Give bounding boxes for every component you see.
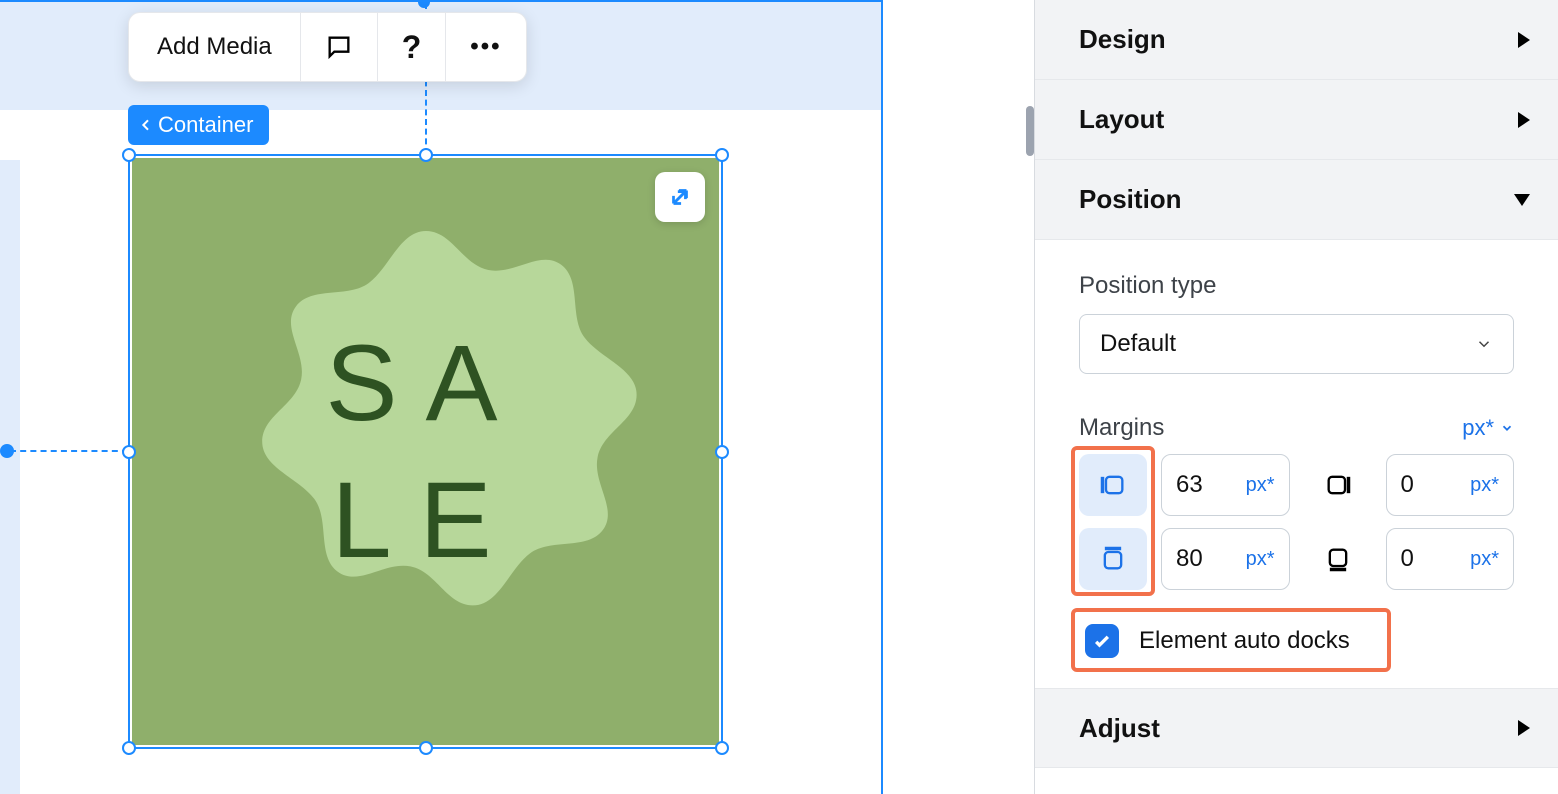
floating-toolbar: Add Media ? ••• [128,12,527,82]
margin-top-toggle[interactable] [1079,528,1147,590]
chevron-right-icon [1518,720,1530,736]
resize-handle[interactable] [419,741,433,755]
margins-label: Margins [1079,414,1164,442]
section-adjust[interactable]: Adjust [1035,688,1558,768]
section-title: Layout [1079,104,1164,135]
chevron-down-icon [1514,194,1530,206]
chevron-left-icon [138,117,154,133]
value: 80 [1176,545,1203,573]
margin-guide-anchor[interactable] [0,444,14,458]
comment-button[interactable] [300,13,377,81]
inspector-panel: Design Layout Position Position type Def… [1034,0,1558,794]
position-type-label: Position type [1079,272,1514,300]
auto-docks-checkbox[interactable] [1085,624,1119,658]
more-icon: ••• [470,33,501,61]
margin-left-icon [1099,471,1127,499]
panel-drag-handle[interactable] [1026,106,1034,156]
breadcrumb-container[interactable]: Container [128,105,269,145]
margin-top-input[interactable]: 80 px* [1161,528,1290,590]
add-media-button[interactable]: Add Media [129,13,300,81]
section-title: Position [1079,184,1182,215]
value: 0 [1401,545,1414,573]
section-design[interactable]: Design [1035,0,1558,80]
margin-left-input[interactable]: 63 px* [1161,454,1290,516]
comment-icon [325,33,353,61]
expand-icon [667,184,693,210]
resize-handle[interactable] [122,445,136,459]
margins-unit-select[interactable]: px* [1462,415,1514,441]
margin-bottom-input[interactable]: 0 px* [1386,528,1515,590]
margin-left-toggle[interactable] [1079,454,1147,516]
breadcrumb-label: Container [158,112,253,138]
position-type-select[interactable]: Default [1079,314,1514,374]
resize-handle[interactable] [715,445,729,459]
resize-handle[interactable] [715,741,729,755]
question-icon: ? [402,29,422,66]
margin-right-icon [1324,471,1352,499]
resize-handle[interactable] [122,148,136,162]
section-layout[interactable]: Layout [1035,80,1558,160]
unit-text: px* [1462,415,1494,441]
margin-bottom-toggle[interactable] [1304,528,1372,590]
margin-top-icon [1099,545,1127,573]
outer-top-handle[interactable] [418,0,430,8]
section-title: Adjust [1079,713,1160,744]
check-icon [1092,631,1112,651]
help-button[interactable]: ? [377,13,446,81]
unit: px* [1246,548,1275,571]
chevron-down-icon [1500,421,1514,435]
position-body: Position type Default Margins px* [1035,240,1558,688]
unit: px* [1470,474,1499,497]
panel-divider-area [906,0,1034,794]
more-button[interactable]: ••• [445,13,525,81]
margin-right-toggle[interactable] [1304,454,1372,516]
chevron-down-icon [1475,335,1493,353]
unit: px* [1246,474,1275,497]
resize-handle[interactable] [419,148,433,162]
unit: px* [1470,548,1499,571]
margin-guide-horizontal [10,450,128,452]
selection-box[interactable]: SA LE [128,154,723,749]
value: 63 [1176,471,1203,499]
resize-handle[interactable] [122,741,136,755]
sale-image[interactable]: SA LE [132,158,719,745]
expand-button[interactable] [655,172,705,222]
section-position[interactable]: Position [1035,160,1558,240]
auto-docks-label: Element auto docks [1139,627,1350,655]
canvas[interactable]: Add Media ? ••• Container SA LE [0,0,906,794]
resize-handle[interactable] [715,148,729,162]
chevron-right-icon [1518,112,1530,128]
value: 0 [1401,471,1414,499]
select-value: Default [1100,330,1176,358]
margin-bottom-icon [1324,545,1352,573]
section-title: Design [1079,24,1166,55]
sale-text: SA LE [325,315,525,589]
chevron-right-icon [1518,32,1530,48]
margin-right-input[interactable]: 0 px* [1386,454,1515,516]
